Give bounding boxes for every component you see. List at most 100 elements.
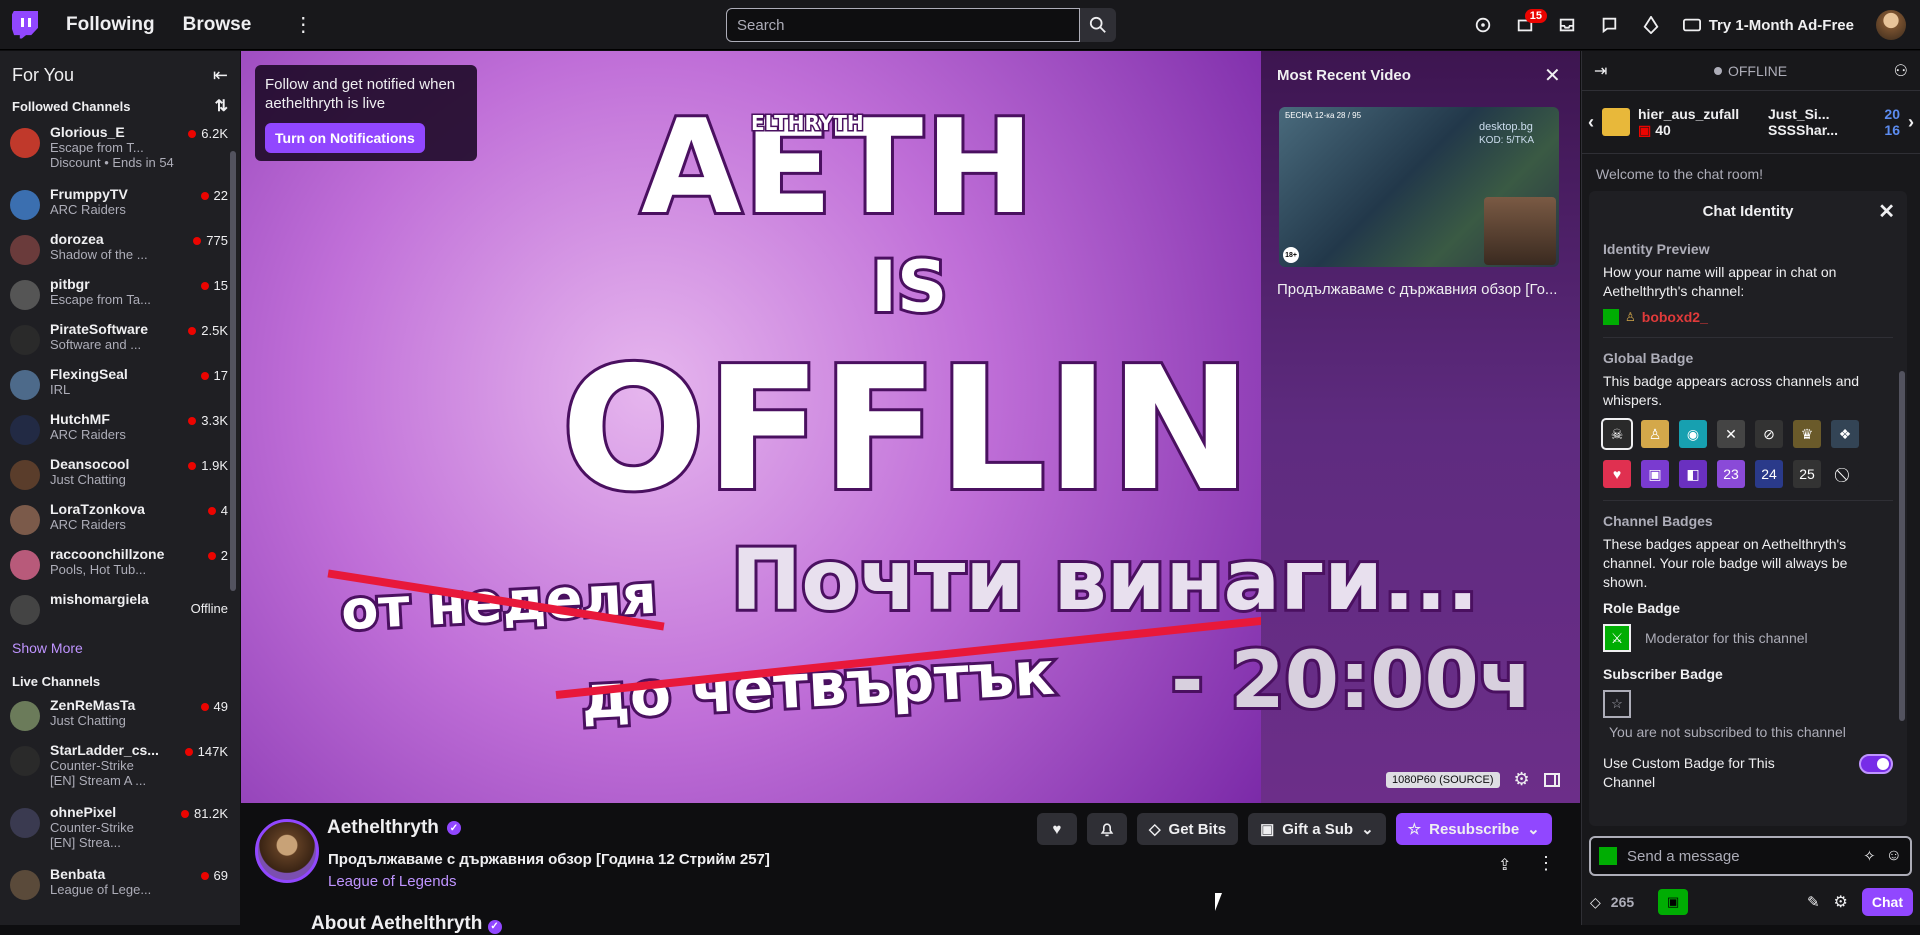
global-badge-option[interactable]: ♙ <box>1641 420 1669 448</box>
video-thumbnail[interactable]: БЕСНА 12-ка 28 / 95 desktop.bg KOD: 5/TK… <box>1279 107 1559 267</box>
next-arrow-icon[interactable]: › <box>1908 112 1914 133</box>
close-icon[interactable]: ✕ <box>1544 63 1561 88</box>
video-player[interactable]: AETH ELTHRYTH IS OFFLINE от неделя до че… <box>241 51 1580 803</box>
sidebar-channel-followed[interactable]: Glorious_E Escape from T... Discount • End… <box>0 120 240 182</box>
sidebar-channel-followed[interactable]: Deansocool Just Chatting 1.9K <box>0 452 240 497</box>
more-actions-icon[interactable]: ⋮ <box>1537 853 1555 874</box>
channel-info: Aethelthryth ✓ Продължаваме с държавния о… <box>241 803 1580 934</box>
viewer-count-value: 22 <box>213 188 228 203</box>
sidebar-channel-followed[interactable]: pitbgr Escape from Ta... 15 <box>0 272 240 317</box>
global-badge-option[interactable]: ⊘ <box>1755 420 1783 448</box>
user-avatar[interactable] <box>1876 10 1906 40</box>
sidebar-channel-followed[interactable]: LoraTzonkova ARC Raiders 4 <box>0 497 240 542</box>
global-badge-option[interactable]: ✕ <box>1717 420 1745 448</box>
channel-text: HutchMF ARC Raiders <box>50 411 188 442</box>
get-bits-button[interactable]: ◇ Get Bits <box>1137 813 1239 845</box>
global-badge-option[interactable]: ♛ <box>1793 420 1821 448</box>
close-icon[interactable]: ✕ <box>1878 199 1895 224</box>
live-dot <box>188 416 197 425</box>
global-badge-option[interactable]: ❖ <box>1831 420 1859 448</box>
sidebar-scrollbar[interactable] <box>230 151 236 591</box>
sidebar-channel-followed[interactable]: PirateSoftware Software and ... 2.5K <box>0 317 240 362</box>
search-button[interactable] <box>1080 8 1116 42</box>
mod-tools-icon[interactable]: ✧ <box>1863 847 1876 865</box>
channel-points-icon[interactable]: ◇ <box>1590 894 1601 911</box>
sidebar-channel-live[interactable]: ZenReMasTa Just Chatting 49 <box>0 693 240 738</box>
video-caption[interactable]: Продължаваме с държавния обзор [Го... <box>1277 281 1567 298</box>
more-options-icon[interactable]: ⋮ <box>293 12 313 37</box>
global-badge-option[interactable]: ♥ <box>1603 460 1631 488</box>
global-badge-option[interactable]: 25 <box>1793 460 1821 488</box>
channel-avatar <box>10 190 40 220</box>
sort-icon[interactable]: ⇅ <box>215 96 228 116</box>
resubscribe-button[interactable]: ☆ Resubscribe ⌄ <box>1395 813 1552 845</box>
collapse-sidebar-icon[interactable]: ⇤ <box>213 65 228 86</box>
follow-heart-button[interactable]: ♥ <box>1037 813 1077 845</box>
global-badge-option[interactable]: 24 <box>1755 460 1783 488</box>
gift-claim-icon[interactable]: ▣ <box>1658 889 1689 915</box>
nav-following[interactable]: Following <box>66 14 155 36</box>
notifications-icon[interactable]: 15 <box>1515 9 1547 35</box>
chat-identity-title: Chat Identity <box>1702 202 1794 220</box>
sidebar-channel-followed[interactable]: FlexingSeal IRL 17 <box>0 362 240 407</box>
custom-badge-toggle[interactable] <box>1859 754 1893 774</box>
sidebar-channel-followed[interactable]: HutchMF ARC Raiders 3.3K <box>0 407 240 452</box>
sidebar-channel-live[interactable]: ohnePixel Counter-Strike [EN] Strea... 81.2… <box>0 800 240 862</box>
channel-name[interactable]: Aethelthryth <box>327 817 439 839</box>
turn-on-notifications-button[interactable]: Turn on Notifications <box>265 123 425 153</box>
moderator-role-badge[interactable]: ⚔ <box>1603 624 1631 652</box>
search-input[interactable] <box>726 8 1080 42</box>
global-badge-option[interactable]: ◧ <box>1679 460 1707 488</box>
ad-free-button[interactable]: Try 1-Month Ad-Free <box>1682 17 1854 34</box>
sidebar-channel-live[interactable]: StarLadder_cs... Counter-Strike [EN] Strea… <box>0 738 240 800</box>
prev-arrow-icon[interactable]: ‹ <box>1588 112 1594 133</box>
twitch-logo-icon[interactable] <box>12 10 38 39</box>
share-icon[interactable]: ⇪ <box>1498 855 1511 875</box>
emote-picker-icon[interactable]: ☺ <box>1886 847 1902 865</box>
global-badge-option[interactable]: ▣ <box>1641 460 1669 488</box>
divider <box>1603 337 1893 338</box>
moderator-badge-icon <box>1603 309 1619 325</box>
nav-browse[interactable]: Browse <box>183 14 252 36</box>
show-more-link[interactable]: Show More <box>0 632 240 664</box>
channel-name: FlexingSeal <box>50 366 128 382</box>
whispers-icon[interactable] <box>1599 15 1619 35</box>
bits-icon: ◇ <box>1149 821 1161 838</box>
channel-badges-heading: Channel Badges <box>1603 513 1713 529</box>
global-badge-option[interactable]: 23 <box>1717 460 1745 488</box>
panel-scrollbar[interactable] <box>1899 371 1905 721</box>
global-badge-option[interactable]: ⃠ <box>1831 460 1859 488</box>
channel-category: Counter-Strike <box>50 758 134 773</box>
bits-icon[interactable] <box>1641 15 1661 35</box>
inbox-icon[interactable] <box>1557 15 1577 35</box>
divider <box>1603 500 1893 501</box>
subscriber-badge-slot[interactable]: ☆ <box>1603 690 1631 718</box>
live-channel-list: ZenReMasTa Just Chatting 49 StarLadder_cs..… <box>0 693 240 907</box>
stream-game-link[interactable]: League of Legends <box>328 873 456 890</box>
gift-sub-button[interactable]: ▣ Gift a Sub ⌄ <box>1248 813 1386 845</box>
sidebar-channel-followed[interactable]: FrumppyTV ARC Raiders 22 <box>0 182 240 227</box>
chat-message-input[interactable] <box>1627 847 1854 865</box>
chat-button[interactable]: Chat <box>1861 888 1913 916</box>
chat-settings-icon[interactable]: ⚙ <box>1834 892 1848 912</box>
channel-name: FrumppyTV <box>50 186 128 202</box>
sidebar-channel-followed[interactable]: mishomargiela Offline <box>0 587 240 632</box>
channel-name: ohnePixel <box>50 804 117 820</box>
channel-avatar[interactable] <box>255 819 319 883</box>
sidebar-channel-followed[interactable]: raccoonchillzone Pools, Hot Tub... 2 <box>0 542 240 587</box>
collapse-chat-icon[interactable]: ⇥ <box>1594 61 1607 81</box>
sidebar-channel-live[interactable]: Benbata League of Lege... 69 <box>0 862 240 907</box>
drops-icon[interactable] <box>1473 15 1493 35</box>
global-badge-option[interactable]: ☠ <box>1601 418 1633 450</box>
notification-bell-button[interactable] <box>1087 813 1127 845</box>
banner-time: - 20:00ч <box>1168 633 1535 729</box>
sidebar-channel-followed[interactable]: dorozea Shadow of the ... 775 <box>0 227 240 272</box>
channel-name: pitbgr <box>50 276 90 292</box>
channel-points-count[interactable]: 265 <box>1611 894 1634 910</box>
theatre-mode-icon[interactable] <box>1543 772 1560 787</box>
pen-icon[interactable]: ✎ <box>1807 893 1820 911</box>
global-badge-option[interactable]: ◉ <box>1679 420 1707 448</box>
viewer-count: Offline <box>191 601 228 616</box>
community-icon[interactable]: ⚇ <box>1894 61 1908 81</box>
settings-gear-icon[interactable]: ⚙ <box>1514 769 1530 790</box>
